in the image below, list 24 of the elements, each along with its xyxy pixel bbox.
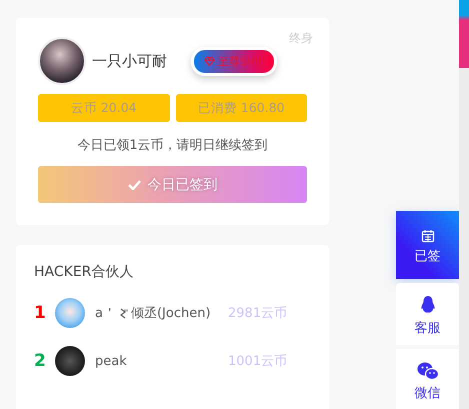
coin-count: 2981云币 [228,305,288,322]
squiggle-icon [118,308,128,318]
chat-bubbles-icon [416,362,438,380]
section-title: HACKER合伙人 [34,263,134,281]
avatar-photo [55,298,85,328]
sidebar-item[interactable]: 已签 [396,211,459,279]
coin-count: 1001云币 [228,353,288,370]
rank-number: 2 [34,351,47,371]
calendar-icon [420,229,434,243]
partner-name: 倾丞(Jochen) [130,305,211,322]
partner-name: peak [95,354,127,368]
checkin-message: 今日已领1云币，请明日继续签到 [76,137,269,154]
sidebar-item[interactable]: 微信 [396,349,459,409]
username: 一只小可耐 [92,52,167,70]
avatar-photo [38,37,86,85]
sidebar-item[interactable]: 客服 [396,283,459,345]
partner-name-prefix: a＇ [95,305,116,322]
avatar-photo [55,346,85,376]
stat-chip: 云币 20.04 [38,94,170,122]
check-icon [128,179,140,190]
penguin-icon [420,295,436,315]
rank-number: 1 [34,303,47,323]
stat-chip: 已消费 160.80 [176,94,307,122]
diamond-icon [204,56,215,66]
